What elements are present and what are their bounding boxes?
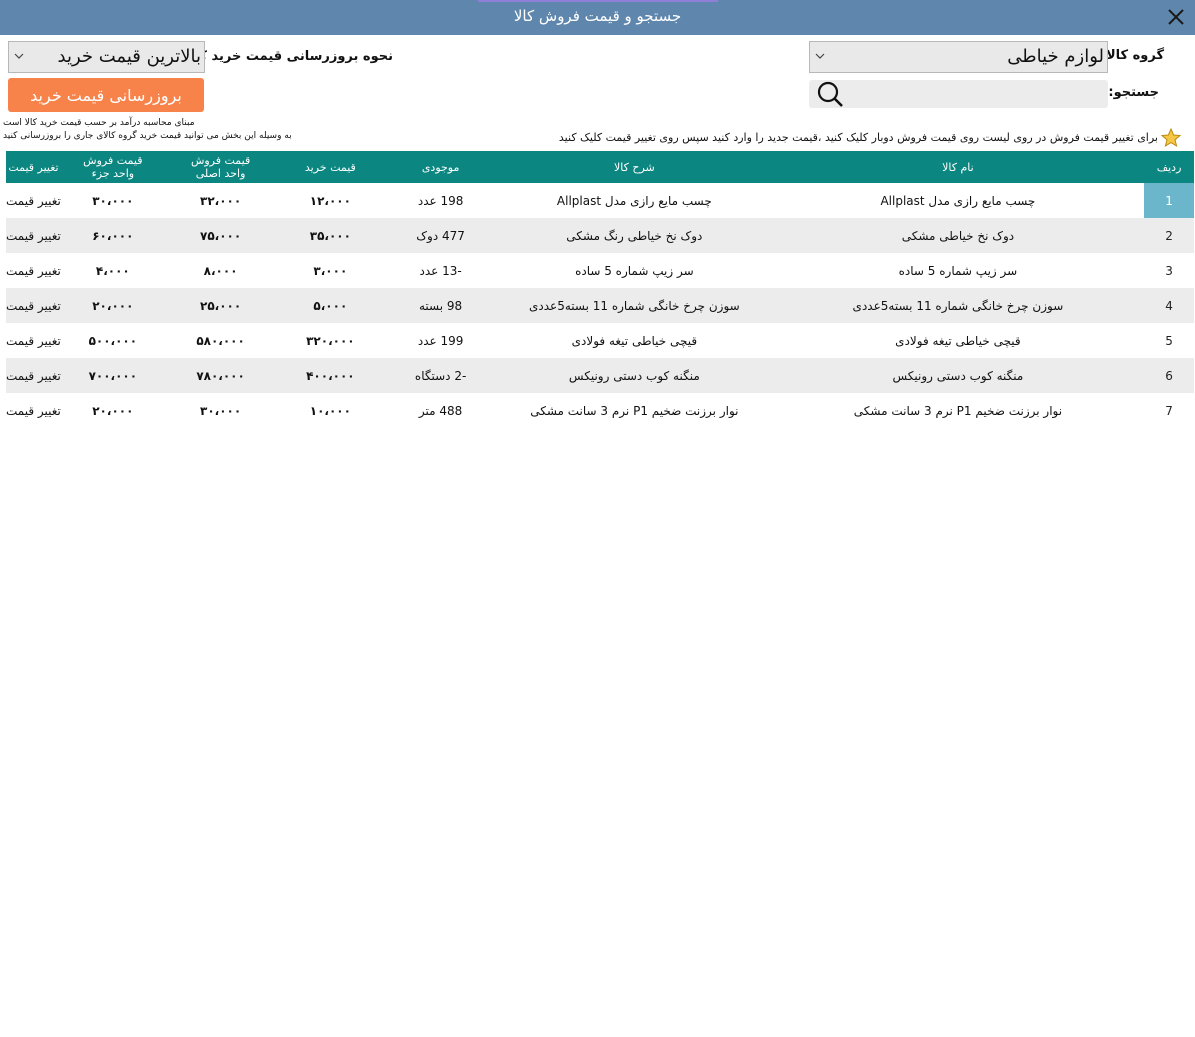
chevron-down-icon	[14, 53, 24, 59]
group-select-value: لوازم خیاطی	[1007, 46, 1104, 67]
change-price-link[interactable]: تغییر قیمت	[6, 288, 61, 323]
buy-price: ۳،۰۰۰	[313, 263, 348, 278]
group-label: گروه کالا:	[1100, 48, 1164, 63]
col-header-sell-part-line1: قیمت فروش	[83, 154, 143, 167]
product-stock: 198 عدد	[417, 193, 464, 208]
row-index[interactable]: 7	[1144, 393, 1194, 428]
col-header-row: ردیف	[1156, 160, 1182, 174]
title-bar: جستجو و قیمت فروش کالا	[0, 0, 1195, 35]
sell-price-main[interactable]: ۲۵،۰۰۰	[165, 288, 277, 323]
note-line-1: مبنای محاسبه درآمد بر حسب قیمت خرید کالا…	[3, 118, 195, 128]
update-method-select[interactable]: بالاترین قیمت خرید	[8, 41, 205, 73]
product-desc: چسب مایع رازی مدل Allplast	[556, 193, 712, 208]
table-row[interactable]: 1 چسب مایع رازی مدل Allplast چسب مایع را…	[6, 183, 1194, 218]
col-header-sell-main-line1: قیمت فروش	[190, 154, 251, 167]
product-desc: دوک نخ خیاطی رنگ مشکی	[566, 228, 703, 243]
row-index[interactable]: 1	[1144, 183, 1194, 218]
star-icon	[1160, 128, 1182, 148]
product-name: دوک نخ خیاطی مشکی	[901, 228, 1015, 243]
product-desc: قیچی خیاطی تیغه فولادی	[571, 333, 698, 348]
table-row[interactable]: 5 قیچی خیاطی تیغه فولادی قیچی خیاطی تیغه…	[6, 323, 1194, 358]
change-price-link[interactable]: تغییر قیمت	[6, 253, 61, 288]
buy-price: ۳۵،۰۰۰	[309, 228, 351, 243]
sell-price-part[interactable]: ۳۰،۰۰۰	[61, 183, 165, 218]
col-header-stock: موجودی	[421, 160, 460, 174]
product-stock: 199 عدد	[417, 333, 464, 348]
sell-price-main[interactable]: ۷۵،۰۰۰	[165, 218, 277, 253]
sell-price-part[interactable]: ۴،۰۰۰	[61, 253, 165, 288]
title-accent	[478, 0, 718, 2]
product-name: قیچی خیاطی تیغه فولادی	[895, 333, 1021, 348]
search-icon[interactable]	[813, 80, 847, 108]
row-index[interactable]: 6	[1144, 358, 1194, 393]
sell-price-part[interactable]: ۷۰۰،۰۰۰	[61, 358, 165, 393]
product-name: نوار برزنت ضخیم P1 نرم 3 سانت مشکی	[853, 403, 1063, 418]
sell-price-main[interactable]: ۳۰،۰۰۰	[165, 393, 277, 428]
col-header-desc: شرح کالا	[613, 160, 655, 174]
sell-price-part[interactable]: ۲۰،۰۰۰	[61, 288, 165, 323]
buy-price: ۳۲۰،۰۰۰	[306, 333, 355, 348]
col-header-sell-part: قیمت فروش واحد جزء	[61, 151, 165, 183]
table-row[interactable]: 3 سر زیپ شماره 5 ساده سر زیپ شماره 5 ساد…	[6, 253, 1194, 288]
col-header-change: تغییر قیمت	[8, 160, 59, 174]
sell-price-part[interactable]: ۲۰،۰۰۰	[61, 393, 165, 428]
note-line-2: به وسیله این بخش می توانید قیمت خرید گرو…	[3, 131, 292, 141]
product-stock: 98 بسته	[419, 298, 463, 313]
col-header-name: نام کالا	[942, 160, 974, 174]
row-index[interactable]: 5	[1144, 323, 1194, 358]
sell-price-main[interactable]: ۷۸۰،۰۰۰	[165, 358, 277, 393]
change-price-link[interactable]: تغییر قیمت	[6, 393, 61, 428]
close-icon[interactable]	[1165, 6, 1187, 28]
sell-price-main[interactable]: ۳۲،۰۰۰	[165, 183, 277, 218]
change-price-link[interactable]: تغییر قیمت	[6, 358, 61, 393]
buy-price: ۱۲،۰۰۰	[309, 193, 351, 208]
col-header-buy: قیمت خرید	[304, 160, 356, 174]
row-index[interactable]: 4	[1144, 288, 1194, 323]
sell-price-part[interactable]: ۵۰۰،۰۰۰	[61, 323, 165, 358]
col-header-sell-main: قیمت فروش واحد اصلی	[165, 151, 277, 183]
chevron-down-icon	[815, 53, 825, 59]
product-stock: 488 متر	[418, 403, 463, 418]
change-price-link[interactable]: تغییر قیمت	[6, 218, 61, 253]
product-name: سوزن چرخ خانگی شماره 11 بسته5عددی	[852, 298, 1064, 313]
change-price-link[interactable]: تغییر قیمت	[6, 183, 61, 218]
sell-price-main[interactable]: ۵۸۰،۰۰۰	[165, 323, 277, 358]
product-desc: نوار برزنت ضخیم P1 نرم 3 سانت مشکی	[530, 403, 739, 418]
product-stock: -2 دستگاه	[414, 368, 467, 383]
update-price-button[interactable]: بروزرسانی قیمت خرید	[8, 78, 204, 112]
update-method-label: نحوه بروزرسانی قیمت خرید کالا :	[175, 49, 393, 64]
product-desc: منگنه کوب دستی رونیکس	[568, 368, 700, 383]
update-method-value: بالاترین قیمت خرید	[57, 46, 202, 67]
product-desc: سر زیپ شماره 5 ساده	[575, 263, 694, 278]
table-header-row: ردیف نام کالا شرح کالا موجودی قیمت خرید …	[6, 151, 1194, 183]
search-input[interactable]	[852, 81, 1106, 107]
product-name: سر زیپ شماره 5 ساده	[898, 263, 1018, 278]
table-row[interactable]: 6 منگنه کوب دستی رونیکس منگنه کوب دستی ر…	[6, 358, 1194, 393]
products-table: ردیف نام کالا شرح کالا موجودی قیمت خرید …	[6, 151, 1194, 428]
product-desc: سوزن چرخ خانگی شماره 11 بسته5عددی	[528, 298, 740, 313]
product-name: منگنه کوب دستی رونیکس	[892, 368, 1024, 383]
row-index[interactable]: 2	[1144, 218, 1194, 253]
window-title: جستجو و قیمت فروش کالا	[513, 7, 682, 25]
product-stock: -13 عدد	[419, 263, 462, 278]
table-row[interactable]: 2 دوک نخ خیاطی مشکی دوک نخ خیاطی رنگ مشک…	[6, 218, 1194, 253]
sell-price-part[interactable]: ۶۰،۰۰۰	[61, 218, 165, 253]
buy-price: ۴۰۰،۰۰۰	[306, 368, 355, 383]
group-select[interactable]: لوازم خیاطی	[809, 41, 1108, 73]
change-price-link[interactable]: تغییر قیمت	[6, 323, 61, 358]
table-row[interactable]: 7 نوار برزنت ضخیم P1 نرم 3 سانت مشکی نوا…	[6, 393, 1194, 428]
buy-price: ۵،۰۰۰	[313, 298, 348, 313]
product-stock: 477 دوک	[416, 228, 465, 243]
col-header-sell-main-line2: واحد اصلی	[195, 167, 246, 180]
table-row[interactable]: 4 سوزن چرخ خانگی شماره 11 بسته5عددی سوزن…	[6, 288, 1194, 323]
col-header-sell-part-line2: واحد جزء	[91, 167, 135, 180]
buy-price: ۱۰،۰۰۰	[309, 403, 351, 418]
row-index[interactable]: 3	[1144, 253, 1194, 288]
search-label: جستجو:	[1108, 85, 1159, 100]
sell-price-main[interactable]: ۸،۰۰۰	[165, 253, 277, 288]
product-name: چسب مایع رازی مدل Allplast	[880, 193, 1036, 208]
instruction-hint: برای تغییر قیمت فروش در روی لیست روی قیم…	[558, 131, 1158, 144]
